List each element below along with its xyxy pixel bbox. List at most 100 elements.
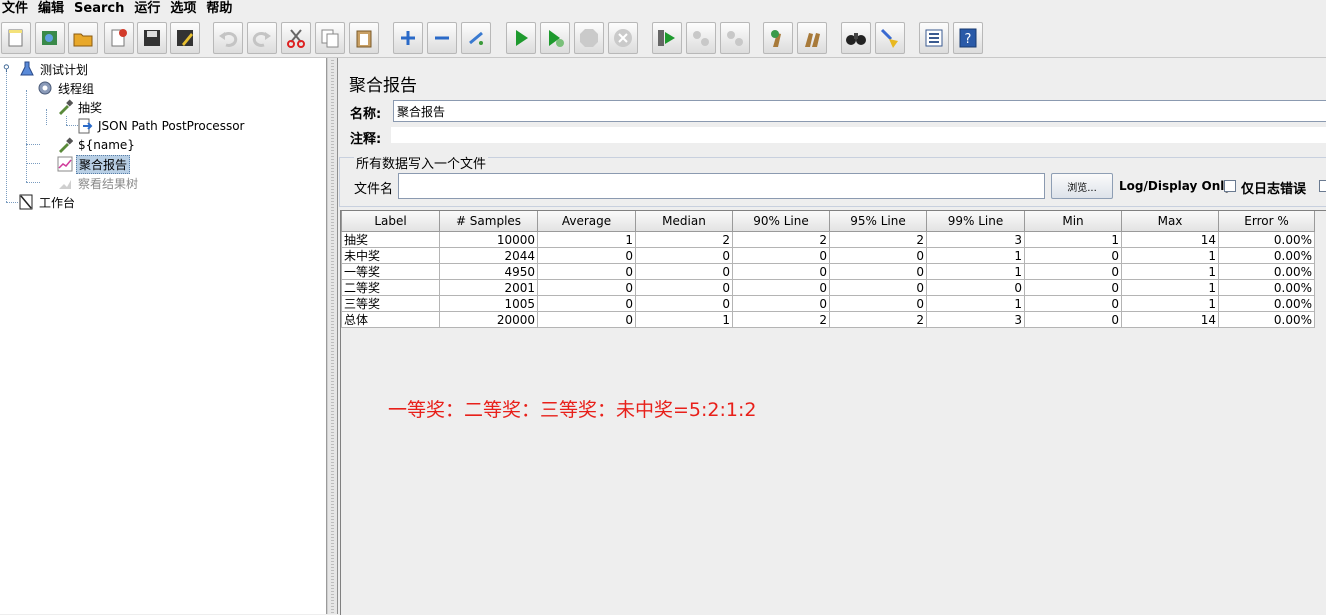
start-button[interactable] bbox=[506, 22, 536, 54]
tree-item-thread-group[interactable]: 线程组 bbox=[37, 79, 96, 97]
remote-stop-button[interactable] bbox=[686, 22, 716, 54]
browse-button[interactable]: 浏览... bbox=[1051, 173, 1113, 199]
open-button[interactable] bbox=[68, 22, 98, 54]
flask-icon bbox=[20, 61, 34, 76]
postprocessor-icon bbox=[78, 118, 93, 134]
open-icon bbox=[73, 33, 93, 47]
start-no-pause-button[interactable] bbox=[540, 22, 570, 54]
clear-button[interactable] bbox=[763, 22, 793, 54]
table-row[interactable]: 未中奖 2044 0 0 0 0 1 0 1 0.00% bbox=[341, 247, 1315, 264]
errors-only-label: 仅日志错误 bbox=[1241, 182, 1307, 197]
table-cell: 二等奖 bbox=[341, 279, 440, 296]
split-pane-divider[interactable] bbox=[327, 58, 338, 614]
table-cell: 0 bbox=[926, 279, 1025, 296]
table-row[interactable]: 总体 20000 0 1 2 2 3 0 14 0.00% bbox=[341, 311, 1315, 328]
table-row[interactable]: 三等奖 1005 0 0 0 0 1 0 1 0.00% bbox=[341, 295, 1315, 312]
column-header[interactable]: Min bbox=[1024, 211, 1122, 232]
column-header[interactable]: Max bbox=[1121, 211, 1219, 232]
errors-only-checkbox[interactable] bbox=[1224, 180, 1236, 192]
ratio-annotation: 一等奖：二等奖：三等奖：未中奖=5:2:1:2 bbox=[388, 399, 757, 421]
redo-button[interactable] bbox=[247, 22, 277, 54]
table-cell: 0 bbox=[732, 295, 830, 312]
paste-button[interactable] bbox=[349, 22, 379, 54]
close-button[interactable] bbox=[104, 22, 134, 54]
table-cell: 0 bbox=[1024, 279, 1122, 296]
tree-item-aggregate-report[interactable]: 聚合报告 bbox=[57, 154, 131, 174]
stop-button[interactable] bbox=[574, 22, 604, 54]
undo-icon bbox=[219, 31, 238, 47]
help-button[interactable]: ? bbox=[953, 22, 983, 54]
save-as-icon bbox=[177, 30, 193, 46]
menu-help[interactable]: 帮助 bbox=[204, 1, 240, 17]
save-button[interactable] bbox=[137, 22, 167, 54]
table-cell: 0 bbox=[829, 263, 927, 280]
column-header[interactable]: 95% Line bbox=[829, 211, 927, 232]
remote-shutdown-icon bbox=[727, 31, 743, 46]
table-cell: 14 bbox=[1121, 231, 1219, 248]
table-cell: 0 bbox=[635, 295, 733, 312]
comment-field[interactable] bbox=[390, 126, 1326, 144]
column-header[interactable]: # Samples bbox=[439, 211, 538, 232]
tree-item-name-sampler[interactable]: ${name} bbox=[57, 136, 137, 154]
cut-button[interactable] bbox=[281, 22, 311, 54]
reset-search-button[interactable] bbox=[875, 22, 905, 54]
copy-button[interactable] bbox=[315, 22, 345, 54]
name-field[interactable]: 聚合报告 bbox=[393, 100, 1326, 122]
collapse-toggle-icon[interactable]: ⚲ bbox=[3, 65, 10, 74]
save-icon bbox=[144, 30, 160, 46]
collapse-button[interactable] bbox=[427, 22, 457, 54]
column-header[interactable]: 90% Line bbox=[732, 211, 830, 232]
new-button[interactable] bbox=[1, 22, 31, 54]
menu-run[interactable]: 运行 bbox=[132, 1, 168, 17]
tree-item-workbench[interactable]: 工作台 bbox=[18, 193, 77, 211]
column-header[interactable]: Median bbox=[635, 211, 733, 232]
menu-edit[interactable]: 编辑 bbox=[36, 1, 72, 17]
table-cell: 0 bbox=[1024, 295, 1122, 312]
search-button[interactable] bbox=[841, 22, 871, 54]
copy-icon bbox=[321, 29, 339, 48]
save-as-button[interactable] bbox=[170, 22, 200, 54]
tree-item-test-plan[interactable]: 测试计划 bbox=[19, 60, 90, 78]
table-cell: 0 bbox=[1024, 263, 1122, 280]
clear-all-button[interactable] bbox=[797, 22, 827, 54]
undo-button[interactable] bbox=[213, 22, 243, 54]
toggle-icon bbox=[469, 31, 483, 45]
toggle-button[interactable] bbox=[461, 22, 491, 54]
remote-shutdown-button[interactable] bbox=[720, 22, 750, 54]
svg-text:?: ? bbox=[965, 32, 972, 47]
column-header[interactable]: Average bbox=[537, 211, 636, 232]
tree-item-label: JSON Path PostProcessor bbox=[98, 119, 245, 133]
search-icon bbox=[846, 33, 866, 45]
table-cell: 0.00% bbox=[1218, 231, 1315, 248]
test-plan-tree: ⚲ 测试计划 线程组 抽奖 JSON Path PostProcessor ${… bbox=[0, 58, 327, 614]
tree-item-lottery-sampler[interactable]: 抽奖 bbox=[57, 98, 104, 116]
column-header[interactable]: Error % bbox=[1218, 211, 1315, 232]
menu-search[interactable]: Search bbox=[72, 1, 132, 17]
table-row[interactable]: 二等奖 2001 0 0 0 0 0 0 1 0.00% bbox=[341, 279, 1315, 296]
templates-button[interactable] bbox=[35, 22, 65, 54]
table-row[interactable]: 抽奖 10000 1 2 2 2 3 1 14 0.00% bbox=[341, 231, 1315, 248]
panel-title: 聚合报告 bbox=[349, 76, 417, 96]
remote-start-button[interactable] bbox=[652, 22, 682, 54]
table-cell: 0 bbox=[732, 263, 830, 280]
tree-item-label: 线程组 bbox=[58, 81, 95, 96]
menu-options[interactable]: 选项 bbox=[168, 1, 204, 17]
table-cell: 0 bbox=[537, 295, 636, 312]
tree-item-view-results-tree[interactable]: 察看结果树 bbox=[57, 174, 140, 192]
column-header[interactable]: Label bbox=[341, 211, 440, 232]
table-cell: 未中奖 bbox=[341, 247, 440, 264]
menu-file[interactable]: 文件 bbox=[0, 1, 36, 17]
table-row[interactable]: 一等奖 4950 0 0 0 0 1 0 1 0.00% bbox=[341, 263, 1315, 280]
tree-item-json-path-postprocessor[interactable]: JSON Path PostProcessor bbox=[77, 117, 246, 135]
table-cell: 0 bbox=[732, 247, 830, 264]
table-cell: 1 bbox=[1121, 279, 1219, 296]
table-cell: 0 bbox=[829, 279, 927, 296]
filename-input[interactable] bbox=[398, 173, 1045, 199]
table-cell: 10000 bbox=[439, 231, 538, 248]
table-cell: 20000 bbox=[439, 311, 538, 328]
function-helper-button[interactable] bbox=[919, 22, 949, 54]
shutdown-button[interactable] bbox=[608, 22, 638, 54]
successes-only-checkbox[interactable] bbox=[1319, 180, 1326, 192]
column-header[interactable]: 99% Line bbox=[926, 211, 1025, 232]
expand-button[interactable] bbox=[393, 22, 423, 54]
